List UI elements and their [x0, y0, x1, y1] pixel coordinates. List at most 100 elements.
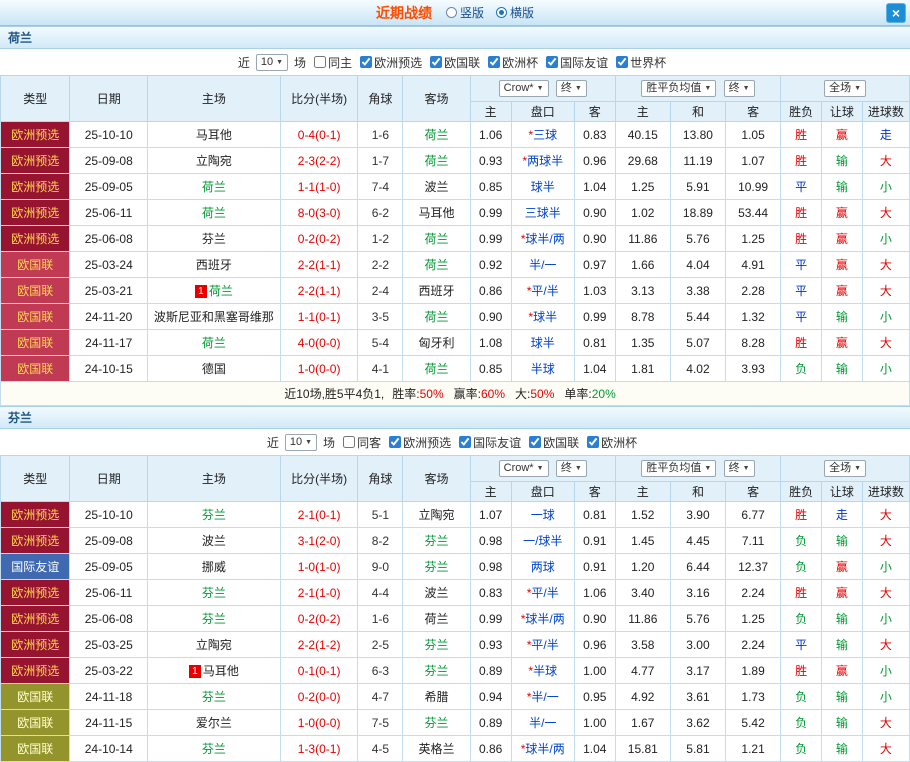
date-cell: 24-11-15 — [70, 710, 148, 736]
radio-label: 横版 — [510, 4, 534, 21]
league-type-cell: 欧国联 — [1, 278, 70, 304]
full-match-select[interactable]: 全场▼ — [824, 80, 866, 97]
result-handicap-cell: 赢 — [822, 200, 863, 226]
table-row: 欧洲预选25-06-08芬兰0-2(0-2)1-6荷兰0.99*球半/两0.90… — [1, 606, 910, 632]
checkbox-input[interactable] — [488, 56, 500, 68]
filter-checkbox-同客[interactable]: 同客 — [343, 434, 381, 451]
odds-away-cell: 0.97 — [574, 252, 615, 278]
close-button[interactable]: × — [886, 3, 906, 23]
result-wdl-cell: 胜 — [781, 122, 822, 148]
corner-cell: 1-6 — [358, 606, 403, 632]
layout-radio-horizontal[interactable]: 横版 — [496, 4, 534, 21]
recent-count-select[interactable]: 10▼ — [285, 434, 317, 451]
avg-final-select[interactable]: 终▼ — [724, 80, 755, 97]
result-goals-cell: 走 — [862, 122, 909, 148]
odds-final-select[interactable]: 终▼ — [556, 80, 587, 97]
result-goals-cell: 小 — [862, 658, 909, 684]
score-cell: 0-1(0-1) — [280, 658, 358, 684]
league-type-cell: 欧洲预选 — [1, 658, 70, 684]
checkbox-input[interactable] — [587, 436, 599, 448]
score-cell: 1-1(0-1) — [280, 304, 358, 330]
col-type: 类型 — [1, 456, 70, 502]
league-type-cell: 欧洲预选 — [1, 606, 70, 632]
checkbox-input[interactable] — [546, 56, 558, 68]
score-cell: 1-0(0-0) — [280, 356, 358, 382]
filter-checkbox-欧国联[interactable]: 欧国联 — [430, 54, 480, 71]
result-handicap-cell: 赢 — [822, 278, 863, 304]
table-row: 欧洲预选25-10-10马耳他0-4(0-1)1-6荷兰1.06*三球0.834… — [1, 122, 910, 148]
odds-final-value: 终 — [561, 462, 572, 475]
filter-checkbox-欧洲预选[interactable]: 欧洲预选 — [360, 54, 422, 71]
away-team-cell: 波兰 — [403, 174, 470, 200]
odds-away-cell: 1.04 — [574, 356, 615, 382]
league-type-cell: 欧洲预选 — [1, 148, 70, 174]
odds-away-cell: 0.96 — [574, 148, 615, 174]
corner-cell: 7-5 — [358, 710, 403, 736]
filter-checkbox-欧国联[interactable]: 欧国联 — [529, 434, 579, 451]
filter-checkbox-欧洲杯[interactable]: 欧洲杯 — [488, 54, 538, 71]
avg-away-cell: 10.99 — [726, 174, 781, 200]
avg-draw-cell: 11.19 — [670, 148, 725, 174]
filter-checkbox-国际友谊[interactable]: 国际友谊 — [459, 434, 521, 451]
wdl-average-select[interactable]: 胜平负均值▼ — [641, 460, 716, 477]
layout-radio-vertical[interactable]: 竖版 — [446, 4, 484, 21]
odds-final-value: 终 — [561, 82, 572, 95]
date-cell: 25-03-25 — [70, 632, 148, 658]
result-handicap-cell: 赢 — [822, 580, 863, 606]
corner-cell: 4-7 — [358, 684, 403, 710]
wdl-average-select[interactable]: 胜平负均值▼ — [641, 80, 716, 97]
odds-final-select[interactable]: 终▼ — [556, 460, 587, 477]
checkbox-input[interactable] — [459, 436, 471, 448]
team-name: 芬兰 — [425, 560, 449, 574]
result-goals-cell: 大 — [862, 252, 909, 278]
filter-checkbox-国际友谊[interactable]: 国际友谊 — [546, 54, 608, 71]
checkbox-input[interactable] — [529, 436, 541, 448]
checkbox-input[interactable] — [389, 436, 401, 448]
handicap-cell: *两球半 — [511, 148, 574, 174]
home-team-cell: 荷兰 — [148, 330, 281, 356]
score-cell: 2-2(1-2) — [280, 632, 358, 658]
bookmaker-select[interactable]: Crow*▼ — [499, 460, 549, 477]
result-goals-cell: 大 — [862, 200, 909, 226]
handicap-text: 三球 — [533, 128, 557, 142]
team-name: 芬兰 — [202, 612, 226, 626]
handicap-cell: *球半/两 — [511, 606, 574, 632]
checkbox-input[interactable] — [343, 436, 355, 448]
filter-checkbox-世界杯[interactable]: 世界杯 — [616, 54, 666, 71]
filter-checkbox-欧洲杯[interactable]: 欧洲杯 — [587, 434, 637, 451]
avg-draw-cell: 4.45 — [670, 528, 725, 554]
avg-home-cell: 3.58 — [615, 632, 670, 658]
handicap-text: 两球半 — [527, 154, 563, 168]
result-wdl-cell: 胜 — [781, 226, 822, 252]
odds-away-cell: 0.91 — [574, 554, 615, 580]
avg-draw-cell: 3.00 — [670, 632, 725, 658]
result-wdl-cell: 胜 — [781, 580, 822, 606]
recent-count-select[interactable]: 10▼ — [256, 54, 288, 71]
away-team-cell: 芬兰 — [403, 658, 470, 684]
league-type-cell: 国际友谊 — [1, 554, 70, 580]
checkbox-input[interactable] — [616, 56, 628, 68]
table-body-netherlands: 欧洲预选25-10-10马耳他0-4(0-1)1-6荷兰1.06*三球0.834… — [1, 122, 910, 382]
date-cell: 24-11-18 — [70, 684, 148, 710]
filter-checkbox-欧洲预选[interactable]: 欧洲预选 — [389, 434, 451, 451]
home-team-cell: 德国 — [148, 356, 281, 382]
col-away: 客场 — [403, 456, 470, 502]
avg-home-cell: 1.81 — [615, 356, 670, 382]
odds-away-cell: 0.90 — [574, 606, 615, 632]
radio-label: 竖版 — [460, 4, 484, 21]
avg-away-cell: 2.24 — [726, 580, 781, 606]
handicap-text: 平/半 — [531, 586, 558, 600]
handicap-text: 球半 — [533, 310, 557, 324]
bookmaker-select[interactable]: Crow*▼ — [499, 80, 549, 97]
odds-home-cell: 0.94 — [470, 684, 511, 710]
table-row: 欧国联24-11-18芬兰0-2(0-0)4-7希腊0.94*半/一0.954.… — [1, 684, 910, 710]
checkbox-input[interactable] — [430, 56, 442, 68]
checkbox-input[interactable] — [360, 56, 372, 68]
avg-final-select[interactable]: 终▼ — [724, 460, 755, 477]
result-wdl-cell: 平 — [781, 278, 822, 304]
summary-stat-value: 50% — [420, 387, 444, 401]
full-match-select[interactable]: 全场▼ — [824, 460, 866, 477]
checkbox-input[interactable] — [314, 56, 326, 68]
avg-group-header: 胜平负均值▼ 终▼ — [615, 76, 780, 102]
filter-checkbox-同主[interactable]: 同主 — [314, 54, 352, 71]
